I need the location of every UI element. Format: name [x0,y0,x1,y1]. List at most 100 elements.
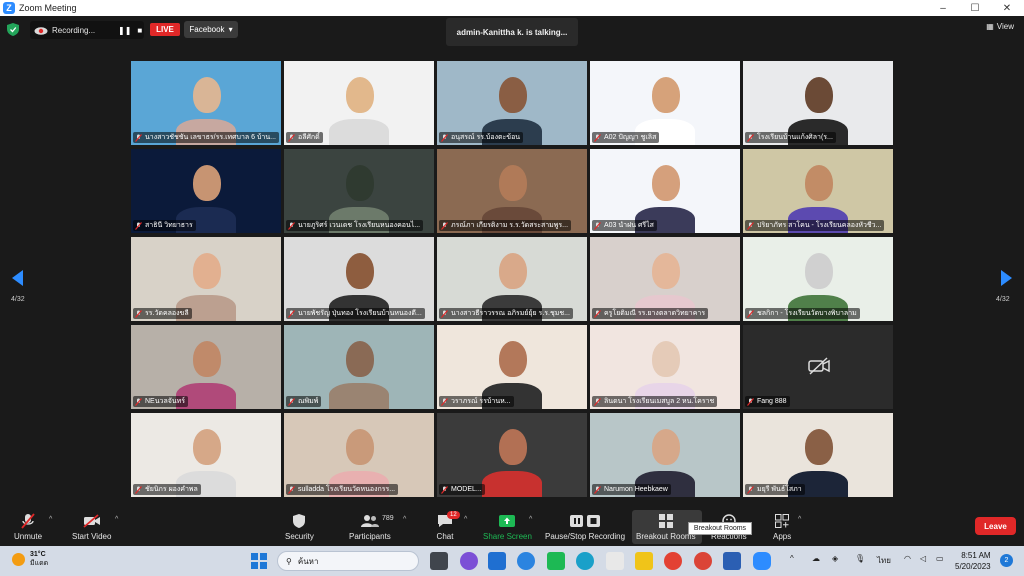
chrome-profile-icon[interactable] [694,552,712,570]
system-clock[interactable]: 8:51 AM 5/20/2023 [955,550,991,572]
unmute-button[interactable]: Unmute [14,506,42,546]
maximize-button[interactable]: ☐ [960,0,990,16]
participants-caret-icon[interactable]: ^ [403,516,406,523]
live-badge[interactable]: LIVE [150,23,180,36]
input-language[interactable]: ไทย [877,554,891,567]
participant-tile[interactable]: Fang 888 [743,325,893,409]
participant-tile[interactable]: A02 ปัญญา ชูเลิส [590,61,740,145]
tray-overflow-icon[interactable]: ^ [790,554,794,563]
minimize-button[interactable]: – [928,0,958,16]
file-explorer-icon[interactable] [635,552,653,570]
muted-mic-icon [135,397,142,406]
participant-tile[interactable]: sulladda โรงเรียนวัดหนองกรร... [284,413,434,497]
chrome-icon[interactable] [664,552,682,570]
store-icon[interactable] [606,552,624,570]
participant-tile[interactable]: ชัยนิกร ผองคำพล [131,413,281,497]
participant-tile[interactable]: นางสาวธีราวรรณ อภิรมย์ยุ้ย ร.ร.ชุมช... [437,237,587,321]
participant-tile[interactable]: อลีศักดิ์ [284,61,434,145]
mail-icon[interactable] [488,552,506,570]
muted-mic-icon [135,485,142,494]
participant-face [346,165,374,201]
task-view-icon[interactable] [430,552,448,570]
pause-icon[interactable]: ❚❚ [118,26,131,35]
participant-tile[interactable]: วราภรณ์ รรบ้านห... [437,325,587,409]
video-camera-off-icon [83,513,101,529]
participant-tile[interactable]: Narumon Heebkaew [590,413,740,497]
participant-tile[interactable]: มยุรี พันธ์โสภา [743,413,893,497]
zoom-taskbar-icon[interactable] [753,552,771,570]
muted-mic-icon [594,133,601,142]
muted-mic-icon [441,397,448,406]
participant-tile[interactable]: ครูโยติมณี รร.ยางตลาดวิทยาคาร [590,237,740,321]
security-tray-icon[interactable]: ◈ [832,554,838,563]
apps-button[interactable]: Apps [773,506,791,546]
shield-icon[interactable] [7,23,19,36]
participants-button[interactable]: Participants [349,506,391,546]
onedrive-cloud-icon[interactable]: ☁ [812,554,820,563]
participant-tile[interactable]: MODEL... [437,413,587,497]
battery-icon[interactable]: ▭ [936,554,944,563]
participant-tile[interactable]: อนุสรณ์ รร.บ้องตะข้อน [437,61,587,145]
participant-face [805,165,833,201]
video-options-caret-icon[interactable]: ^ [115,516,118,523]
muted-mic-icon [747,397,754,406]
speaker-icon[interactable]: ◁ [920,554,926,563]
security-button[interactable]: Security [285,506,314,546]
participant-name: นายภูริศร์ เวนเดช โรงเรียนหนองคอนไ... [298,222,421,229]
word-icon[interactable] [723,552,741,570]
stop-icon[interactable]: ■ [137,26,142,35]
previous-page-arrow-icon[interactable] [12,270,24,286]
page-indicator-right: 4/32 [996,296,1010,303]
participant-name: นางสาวชัชชัน เลขาธร/รร.เทศบาล 6 บ้าน... [145,134,276,141]
taskbar-search-box[interactable]: ⚲ ค้นหา [277,551,419,571]
participant-tile[interactable]: นายภูริศร์ เวนเดช โรงเรียนหนองคอนไ... [284,149,434,233]
participant-tile[interactable]: ลินดนา โรงเรียนเมสบูล 2 หน.โคราช [590,325,740,409]
share-screen-button[interactable]: Share Screen [483,506,532,546]
participant-face [193,165,221,201]
muted-mic-icon [594,485,601,494]
breakout-rooms-tooltip: Breakout Rooms [688,522,752,535]
close-button[interactable]: ✕ [992,0,1022,16]
share-options-caret-icon[interactable]: ^ [529,516,532,523]
line-app-icon[interactable] [547,552,565,570]
microphone-tray-icon[interactable]: 🎙 [855,554,865,563]
participant-face [499,429,527,465]
participant-tile[interactable]: NEนวลจันทร์ [131,325,281,409]
edge-browser-icon[interactable] [576,552,594,570]
participant-tile[interactable]: ปริยาภัทร สาโคน - โรงเรียนคลองหัวชีว... [743,149,893,233]
participant-name: ชัยนิกร ผองคำพล [145,486,198,493]
pause-stop-icons [568,513,602,529]
leave-button[interactable]: Leave [975,517,1016,535]
participant-tile[interactable]: นายพัชรัญ ปุ่นทอง โรงเรียนบ้านหนองตี... [284,237,434,321]
participant-face [652,341,680,377]
participant-name: ชลกิกา - โรงเรียนวัดบางพิบาลาม [757,310,857,317]
breakout-rooms-button[interactable]: Breakout Rooms [636,506,696,546]
muted-mic-icon [747,485,754,494]
participant-tile[interactable]: ภรณ์ภา เกียรติงาม ร.ร.วัดสระสามพูร... [437,149,587,233]
participant-name-tag: ภรณ์ภา เกียรติงาม ร.ร.วัดสระสามพูร... [439,220,572,231]
participant-tile[interactable]: ชลกิกา - โรงเรียนวัดบางพิบาลาม [743,237,893,321]
apps-caret-icon[interactable]: ^ [798,516,801,523]
notification-badge[interactable]: 2 [1000,554,1013,567]
participant-name-tag: วราภรณ์ รรบ้านห... [439,396,514,407]
participant-tile[interactable]: รร.วัดคลองขลี [131,237,281,321]
participant-tile[interactable]: A03 นำฝน ศรีไส [590,149,740,233]
view-button[interactable]: ▦ View [986,22,1014,31]
participant-tile[interactable]: สาธินี วิทยาธาร [131,149,281,233]
wifi-icon[interactable]: ◠ [904,554,911,563]
participant-tile[interactable]: ณพิมพ์ [284,325,434,409]
stream-target-dropdown[interactable]: Facebook ▾ [184,21,238,38]
help-icon[interactable] [517,552,535,570]
participant-tile[interactable]: โรงเรียนบ้านแก้งศิลา(ร... [743,61,893,145]
start-video-button[interactable]: Start Video [72,506,111,546]
muted-mic-icon [747,309,754,318]
participant-tile[interactable]: นางสาวชัชชัน เลขาธร/รร.เทศบาล 6 บ้าน... [131,61,281,145]
weather-widget[interactable]: 31°C มีแดด [12,550,48,568]
chat-caret-icon[interactable]: ^ [464,516,467,523]
pause-stop-recording-button[interactable]: Pause/Stop Recording [545,506,625,546]
windows-start-icon[interactable] [251,553,267,569]
microphone-muted-icon [19,513,37,529]
audio-options-caret-icon[interactable]: ^ [49,516,52,523]
next-page-arrow-icon[interactable] [1000,270,1012,286]
teams-chat-icon[interactable] [460,552,478,570]
